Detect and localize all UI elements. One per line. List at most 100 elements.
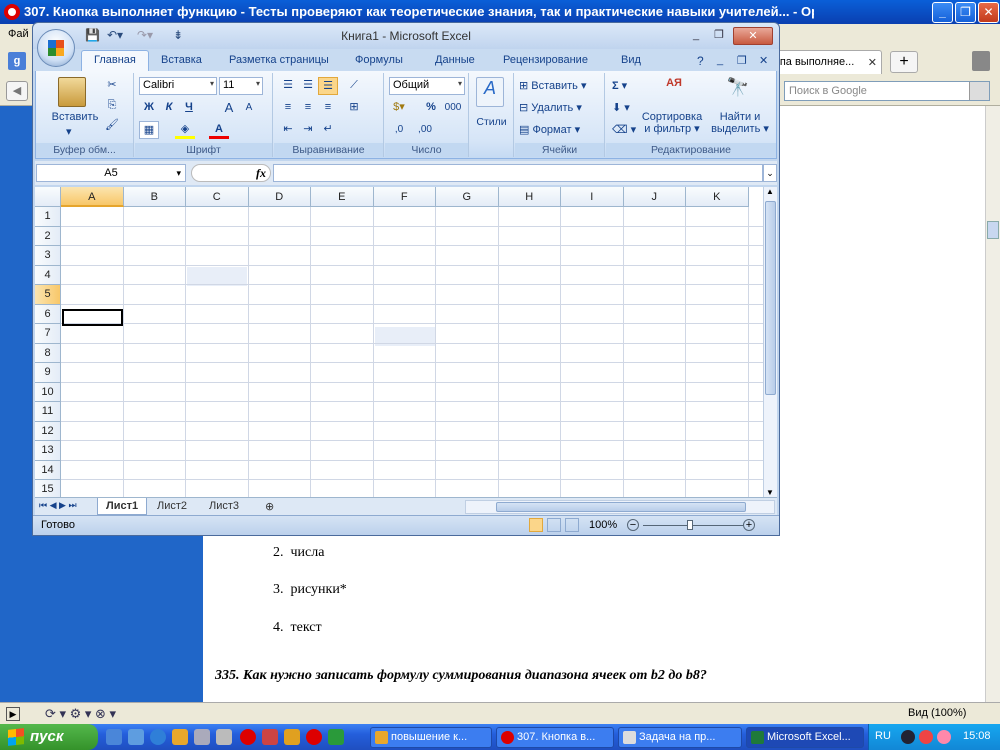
decrease-decimal-button[interactable]: ,00 — [415, 121, 435, 139]
ie-icon[interactable] — [150, 729, 166, 745]
page-scroll-thumb[interactable] — [987, 221, 999, 239]
number-label[interactable]: Число — [385, 143, 468, 157]
name-box[interactable]: A5 ▾ — [36, 164, 186, 182]
opera-quicklaunch-icon[interactable] — [240, 729, 256, 745]
styles-icon[interactable]: A — [476, 77, 504, 107]
paste-button[interactable]: Вставить — [42, 111, 108, 123]
expand-formula-icon[interactable]: ⌄ — [763, 164, 777, 182]
trash-icon[interactable] — [972, 51, 990, 71]
new-tab-button[interactable]: + — [890, 51, 918, 73]
number-format-select[interactable]: Общий ▾ — [389, 77, 465, 95]
quicklaunch-app-icon[interactable] — [128, 729, 144, 745]
excel-minimize-button[interactable]: _ — [685, 27, 707, 45]
column-header[interactable]: D — [248, 187, 311, 207]
alignment-label[interactable]: Выравнивание — [274, 143, 383, 157]
align-middle-icon[interactable]: ☰ — [298, 77, 318, 95]
row-header[interactable]: 10 — [35, 382, 61, 402]
excel-restore-button[interactable]: ❐ — [708, 27, 730, 45]
paste-icon[interactable] — [58, 77, 86, 107]
quicklaunch-app6-icon[interactable] — [306, 729, 322, 745]
scroll-down-icon[interactable]: ▼ — [766, 488, 774, 497]
zoom-level[interactable]: 100% — [589, 519, 617, 531]
sync-icon[interactable]: ⟳ ▾ ⚙ ▾ ⊗ ▾ — [45, 706, 116, 722]
column-header[interactable]: I — [561, 187, 624, 207]
row-header[interactable]: 9 — [35, 363, 61, 383]
sort-filter-icon[interactable]: AЯ — [660, 77, 688, 107]
row-header[interactable]: 13 — [35, 441, 61, 461]
help-icon[interactable]: ? — [697, 54, 704, 68]
column-header[interactable]: A — [61, 187, 124, 207]
formula-input[interactable] — [273, 164, 763, 182]
close-button[interactable]: ✕ — [978, 2, 999, 23]
normal-view-icon[interactable] — [529, 518, 543, 532]
font-name-select[interactable]: Calibri ▾ — [139, 77, 217, 95]
maximize-button[interactable]: ❐ — [955, 2, 976, 23]
find-select-icon[interactable]: 🔭 — [724, 77, 752, 107]
sort-filter-button[interactable]: Сортировка и фильтр ▾ — [640, 111, 704, 135]
select-all-corner[interactable] — [35, 187, 61, 207]
undo-icon[interactable]: ↶▾ — [107, 28, 123, 42]
tab-home[interactable]: Главная — [81, 50, 149, 71]
underline-button[interactable]: Ч — [179, 99, 199, 117]
autosum-button[interactable]: Σ ▾ — [612, 79, 627, 92]
show-desktop-icon[interactable] — [106, 729, 122, 745]
wrap-text-icon[interactable]: ↵ — [318, 121, 338, 139]
zoom-label[interactable]: Вид (100%) — [908, 707, 966, 719]
font-color-button[interactable]: A — [209, 121, 229, 139]
google-tab-icon[interactable]: g — [8, 52, 26, 70]
zoom-slider-thumb[interactable] — [687, 520, 693, 530]
decrease-indent-icon[interactable]: ⇤ — [278, 121, 298, 139]
quicklaunch-app2-icon[interactable] — [194, 729, 210, 745]
clipboard-label[interactable]: Буфер обм... — [36, 143, 133, 157]
format-cells-button[interactable]: ▤ Формат ▾ — [519, 123, 580, 136]
office-button[interactable] — [37, 29, 75, 67]
row-header[interactable]: 15 — [35, 480, 61, 497]
opera-active-tab[interactable]: кпа выполняе... ✕ — [770, 50, 882, 74]
ribbon-restore-button[interactable]: ❐ — [737, 54, 747, 67]
column-header[interactable]: H — [498, 187, 561, 207]
percent-button[interactable]: % — [421, 99, 441, 117]
tray-icon-2[interactable] — [919, 730, 933, 744]
scroll-up-icon[interactable]: ▲ — [766, 187, 774, 196]
column-header[interactable]: C — [186, 187, 249, 207]
align-left-icon[interactable]: ≡ — [278, 99, 298, 117]
clear-icon[interactable]: ⌫ ▾ — [612, 123, 636, 136]
insert-cells-button[interactable]: ⊞ Вставить ▾ — [519, 79, 587, 92]
column-header[interactable]: F — [373, 187, 436, 207]
quicklaunch-app7-icon[interactable] — [328, 729, 344, 745]
column-header[interactable]: J — [623, 187, 686, 207]
fill-color-icon[interactable]: ◈ — [175, 121, 195, 139]
delete-cells-button[interactable]: ⊟ Удалить ▾ — [519, 101, 582, 114]
merge-center-icon[interactable]: ⊞ — [344, 99, 364, 117]
tab-close-icon[interactable]: ✕ — [868, 56, 877, 69]
bold-button[interactable]: Ж — [139, 99, 159, 117]
cells-label[interactable]: Ячейки — [515, 143, 604, 157]
page-break-view-icon[interactable] — [565, 518, 579, 532]
language-indicator[interactable]: RU — [875, 730, 891, 742]
panel-toggle-icon[interactable]: ▶ — [6, 707, 20, 721]
row-header[interactable]: 11 — [35, 402, 61, 422]
zoom-in-button[interactable]: + — [743, 519, 755, 531]
row-header[interactable]: 12 — [35, 421, 61, 441]
copy-icon[interactable]: ⎘ — [102, 97, 122, 115]
sheet-tab-3[interactable]: Лист3 — [201, 498, 247, 515]
row-header[interactable]: 5 — [35, 285, 61, 305]
tab-insert[interactable]: Вставка — [161, 54, 202, 66]
row-header[interactable]: 3 — [35, 246, 61, 266]
tray-icon-1[interactable] — [901, 730, 915, 744]
align-center-icon[interactable]: ≡ — [298, 99, 318, 117]
sheet-tab-1[interactable]: Лист1 — [97, 498, 148, 515]
menu-file[interactable]: Фай — [8, 28, 29, 40]
sheet-tab-2[interactable]: Лист2 — [149, 498, 195, 515]
shrink-font-button[interactable]: A — [239, 99, 259, 117]
font-size-select[interactable]: 11 ▾ — [219, 77, 263, 95]
taskbar-button-opera[interactable]: 307. Кнопка в... — [496, 727, 614, 748]
find-select-button[interactable]: Найти и выделить ▾ — [708, 111, 772, 135]
ribbon-minimize-button[interactable]: _ — [717, 54, 723, 66]
currency-icon[interactable]: $▾ — [389, 99, 409, 117]
row-header[interactable]: 8 — [35, 343, 61, 363]
taskbar-button-task[interactable]: Задача на пр... — [618, 727, 742, 748]
row-header[interactable]: 4 — [35, 265, 61, 285]
search-input[interactable]: Поиск в Google — [784, 81, 990, 101]
tab-view[interactable]: Вид — [621, 54, 641, 66]
